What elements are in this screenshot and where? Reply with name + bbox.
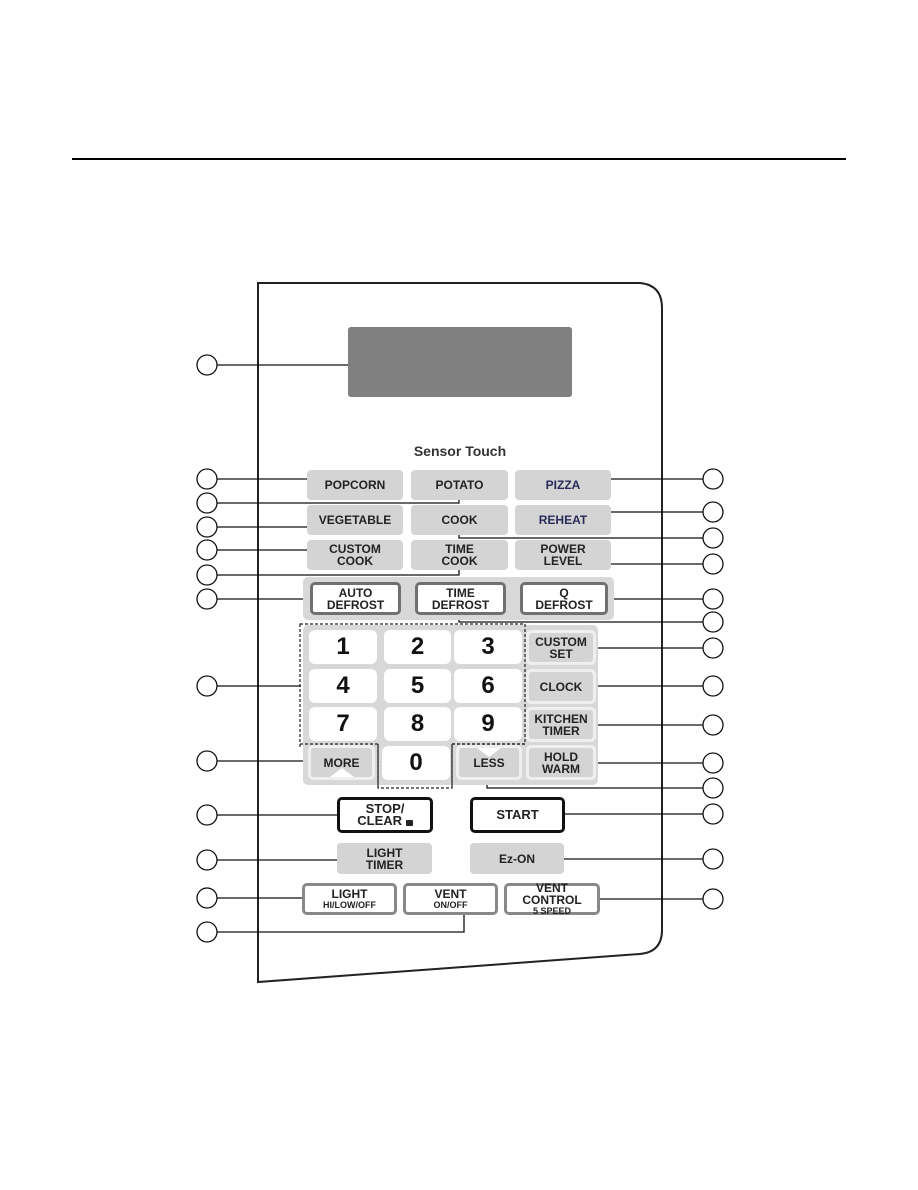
label: MORE	[323, 755, 360, 770]
label: PIZZA	[545, 478, 581, 492]
label: START	[496, 807, 539, 822]
label: TIMER	[542, 723, 580, 738]
label: DEFROST	[431, 597, 490, 612]
label: SET	[549, 646, 573, 661]
sensor-touch-heading: Sensor Touch	[413, 443, 507, 459]
hold-warm-button[interactable]: HOLD WARM	[529, 748, 593, 777]
light-timer-button[interactable]: LIGHT TIMER	[337, 843, 432, 874]
vegetable-button[interactable]: VEGETABLE	[307, 505, 403, 535]
label: Q	[559, 585, 569, 600]
start-button[interactable]: START	[470, 797, 565, 833]
label: 9	[481, 710, 495, 737]
label: HOLD	[544, 749, 578, 764]
custom-set-key[interactable]: CUSTOM SET	[526, 630, 596, 665]
label: CUSTOM	[535, 634, 587, 649]
key-5[interactable]: 5	[384, 669, 451, 703]
time-cook-button[interactable]: TIME COOK	[411, 540, 508, 570]
label: 6	[481, 672, 495, 699]
kitchen-timer-button[interactable]: KITCHEN TIMER	[529, 710, 593, 739]
label: LEVEL	[543, 554, 583, 568]
less-button[interactable]: LESS	[459, 748, 519, 777]
label: VEGETABLE	[318, 513, 392, 527]
power-level-button[interactable]: POWER LEVEL	[515, 540, 611, 570]
potato-button[interactable]: POTATO	[411, 470, 508, 500]
label: KITCHEN	[534, 711, 588, 726]
key-0[interactable]: 0	[382, 746, 450, 780]
more-key[interactable]: MORE	[308, 745, 375, 780]
sublabel: ON/OFF	[433, 899, 468, 910]
label: 3	[481, 633, 495, 660]
label: 4	[336, 672, 350, 699]
up-arrow-icon	[329, 768, 354, 777]
auto-defrost-button[interactable]: AUTO DEFROST	[310, 582, 401, 615]
label: DEFROST	[535, 597, 593, 612]
label: WARM	[542, 761, 580, 776]
label: Ez-ON	[499, 851, 535, 866]
label: 2	[410, 633, 425, 660]
label: LESS	[473, 755, 505, 770]
label: 1	[336, 633, 350, 660]
time-defrost-button[interactable]: TIME DEFROST	[415, 582, 506, 615]
less-key[interactable]: LESS	[456, 745, 522, 780]
label: COOK	[441, 554, 478, 568]
label: VENT CONTROL	[522, 880, 582, 907]
label: CLEAR	[357, 813, 403, 828]
stop-clear-button[interactable]: STOP/CLEAR	[337, 797, 433, 833]
ez-on-button[interactable]: Ez-ON	[470, 843, 564, 874]
custom-set-button[interactable]: CUSTOM SET	[529, 633, 593, 662]
sublabel: 5 SPEED	[532, 905, 572, 916]
label: DEFROST	[326, 597, 385, 612]
label: POPCORN	[324, 478, 386, 492]
label: CLOCK	[539, 679, 583, 694]
key-3[interactable]: 3	[454, 630, 522, 664]
more-button[interactable]: MORE	[311, 748, 372, 777]
key-9[interactable]: 9	[454, 707, 522, 741]
reheat-button[interactable]: REHEAT	[515, 505, 611, 535]
label: 7	[336, 710, 350, 737]
key-1[interactable]: 1	[309, 630, 377, 664]
label: LIGHT	[366, 845, 403, 860]
label: 8	[410, 710, 425, 737]
popcorn-button[interactable]: POPCORN	[307, 470, 403, 500]
down-arrow-icon	[477, 748, 501, 757]
sublabel: HI/LOW/OFF	[323, 899, 376, 910]
clock-button[interactable]: CLOCK	[529, 672, 593, 701]
key-6[interactable]: 6	[454, 669, 522, 703]
hold-warm-key[interactable]: HOLD WARM	[526, 745, 596, 780]
label: TIME	[446, 585, 475, 600]
label: AUTO	[338, 585, 373, 600]
control-panel-diagram: Sensor Touch POPCORN POTATO PIZZA VEGETA…	[0, 0, 918, 1190]
light-button[interactable]: LIGHT HI/LOW/OFF	[302, 883, 397, 915]
pizza-button[interactable]: PIZZA	[515, 470, 611, 500]
custom-cook-button[interactable]: CUSTOM COOK	[307, 540, 403, 570]
kitchen-timer-key[interactable]: KITCHEN TIMER	[526, 707, 596, 742]
label: 5	[410, 672, 425, 699]
label: COOK	[337, 554, 373, 568]
q-defrost-button[interactable]: Q DEFROST	[520, 582, 608, 615]
key-2[interactable]: 2	[384, 630, 451, 664]
key-7[interactable]: 7	[309, 707, 377, 741]
label: VENT	[434, 886, 467, 901]
label: TIMER	[365, 857, 404, 872]
vent-button[interactable]: VENT ON/OFF	[403, 883, 498, 915]
key-4[interactable]: 4	[309, 669, 377, 703]
clock-key[interactable]: CLOCK	[526, 669, 596, 704]
lock-icon	[405, 820, 413, 826]
label: COOK	[441, 513, 478, 527]
label: REHEAT	[538, 513, 588, 527]
label: LIGHT	[331, 886, 368, 901]
label: 0	[409, 749, 423, 776]
display-window	[348, 327, 572, 397]
key-8[interactable]: 8	[384, 707, 451, 741]
label: POTATO	[435, 478, 484, 492]
vent-control-button[interactable]: VENT CONTROL 5 SPEED	[504, 880, 600, 916]
cook-button[interactable]: COOK	[411, 505, 508, 535]
